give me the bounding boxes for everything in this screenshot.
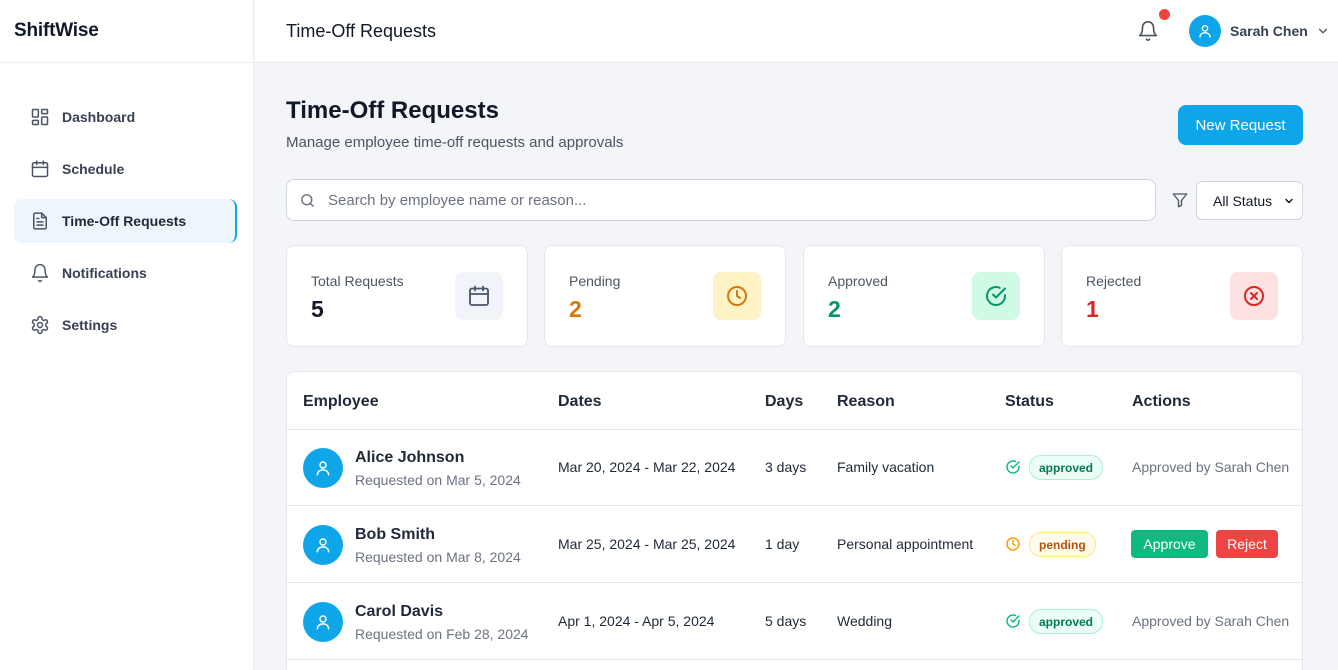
stat-label: Pending — [569, 273, 621, 289]
stat-card-rejected: Rejected 1 — [1061, 245, 1303, 347]
stat-card-pending: Pending 2 — [544, 245, 786, 347]
column-header-actions: Actions — [1132, 393, 1191, 410]
status-badge: approved — [1029, 609, 1104, 634]
status-badge: pending — [1029, 532, 1096, 557]
search-icon — [299, 192, 316, 209]
dates-cell: Mar 25, 2024 - Mar 25, 2024 — [558, 536, 736, 552]
stat-value: 2 — [828, 296, 841, 322]
column-header-dates: Dates — [558, 393, 602, 410]
reason-cell: Wedding — [837, 613, 893, 629]
notification-bell-icon[interactable] — [1137, 20, 1159, 42]
search-box — [286, 179, 1156, 221]
chevron-down-icon — [1283, 195, 1295, 207]
days-cell: 3 days — [765, 459, 807, 475]
column-header-reason: Reason — [837, 393, 895, 410]
filter-icon — [1171, 191, 1189, 209]
status-badge: approved — [1029, 455, 1104, 480]
check-circle-icon — [972, 272, 1020, 320]
request-date: Requested on Mar 5, 2024 — [355, 472, 521, 488]
stat-label: Approved — [828, 273, 888, 289]
user-menu[interactable]: Sarah Chen — [1189, 15, 1330, 47]
notification-badge — [1159, 9, 1170, 20]
header-title: Time-Off Requests — [286, 20, 437, 41]
calendar-icon — [455, 272, 503, 320]
days-cell: 5 days — [765, 613, 807, 629]
avatar — [303, 448, 343, 488]
calendar-icon — [30, 159, 50, 179]
user-name: Sarah Chen — [1230, 23, 1308, 39]
dates-cell: Mar 20, 2024 - Mar 22, 2024 — [558, 459, 736, 475]
clock-icon — [713, 272, 761, 320]
reject-button[interactable]: Reject — [1216, 530, 1278, 558]
check-circle-icon — [1005, 613, 1021, 629]
column-header-status: Status — [1005, 393, 1054, 410]
avatar — [303, 602, 343, 642]
stat-label: Rejected — [1086, 273, 1142, 289]
avatar — [303, 525, 343, 565]
stat-value: 1 — [1086, 296, 1099, 322]
page-title: Time-Off Requests — [286, 97, 499, 124]
page-subtitle: Manage employee time-off requests and ap… — [286, 134, 624, 151]
approved-by-text: Approved by Sarah Chen — [1132, 613, 1290, 629]
sidebar-item-label: Dashboard — [62, 109, 136, 125]
request-date: Requested on Feb 28, 2024 — [355, 626, 529, 642]
sidebar-item-label: Notifications — [62, 265, 147, 281]
bell-icon — [30, 263, 50, 283]
avatar — [1189, 15, 1221, 47]
gear-icon — [30, 315, 50, 335]
stat-label: Total Requests — [311, 273, 404, 289]
new-request-button[interactable]: New Request — [1178, 105, 1303, 145]
search-input[interactable] — [328, 191, 1128, 209]
table-row: Carol Davis Requested on Feb 28, 2024 Ap… — [287, 583, 1302, 660]
document-icon — [30, 211, 50, 231]
sidebar: ShiftWise Dashboard Schedule Time-Off Re… — [0, 0, 254, 670]
status-filter-value: All Status — [1213, 192, 1273, 209]
column-header-employee: Employee — [303, 393, 379, 410]
employee-name: Bob Smith — [355, 526, 435, 543]
table-row: Alice Johnson Requested on Mar 5, 2024 M… — [287, 429, 1302, 506]
sidebar-item-schedule[interactable]: Schedule — [14, 147, 237, 191]
employee-name: Carol Davis — [355, 603, 444, 620]
sidebar-item-notifications[interactable]: Notifications — [14, 251, 237, 295]
table-row: Bob Smith Requested on Mar 8, 2024 Mar 2… — [287, 506, 1302, 583]
reason-cell: Family vacation — [837, 459, 935, 475]
status-filter-select[interactable]: All Status — [1196, 181, 1303, 220]
stat-card-approved: Approved 2 — [803, 245, 1045, 347]
top-bar: Time-Off Requests — [255, 0, 1338, 63]
x-circle-icon — [1230, 272, 1278, 320]
sidebar-item-time-off-requests[interactable]: Time-Off Requests — [14, 199, 237, 243]
stat-value: 5 — [311, 296, 324, 322]
check-circle-icon — [1005, 459, 1021, 475]
approve-button[interactable]: Approve — [1131, 530, 1208, 558]
requests-table: Employee Dates Days Reason Status Action… — [286, 371, 1303, 670]
dashboard-icon — [30, 107, 50, 127]
days-cell: 1 day — [765, 536, 800, 552]
chevron-down-icon — [1316, 24, 1330, 38]
brand-logo[interactable]: ShiftWise — [0, 0, 253, 63]
sidebar-item-dashboard[interactable]: Dashboard — [14, 95, 237, 139]
reason-cell: Personal appointment — [837, 536, 974, 552]
stat-card-total: Total Requests 5 — [286, 245, 528, 347]
sidebar-nav: Dashboard Schedule Time-Off Requests Not… — [0, 63, 253, 347]
stat-value: 2 — [569, 296, 582, 322]
request-date: Requested on Mar 8, 2024 — [355, 549, 521, 565]
column-header-days: Days — [765, 393, 804, 410]
approved-by-text: Approved by Sarah Chen — [1132, 459, 1290, 475]
employee-name: Alice Johnson — [355, 449, 465, 466]
sidebar-item-label: Time-Off Requests — [62, 213, 187, 229]
sidebar-item-settings[interactable]: Settings — [14, 303, 237, 347]
clock-icon — [1005, 536, 1021, 552]
sidebar-item-label: Settings — [62, 317, 118, 333]
sidebar-item-label: Schedule — [62, 161, 125, 177]
dates-cell: Apr 1, 2024 - Apr 5, 2024 — [558, 613, 715, 629]
